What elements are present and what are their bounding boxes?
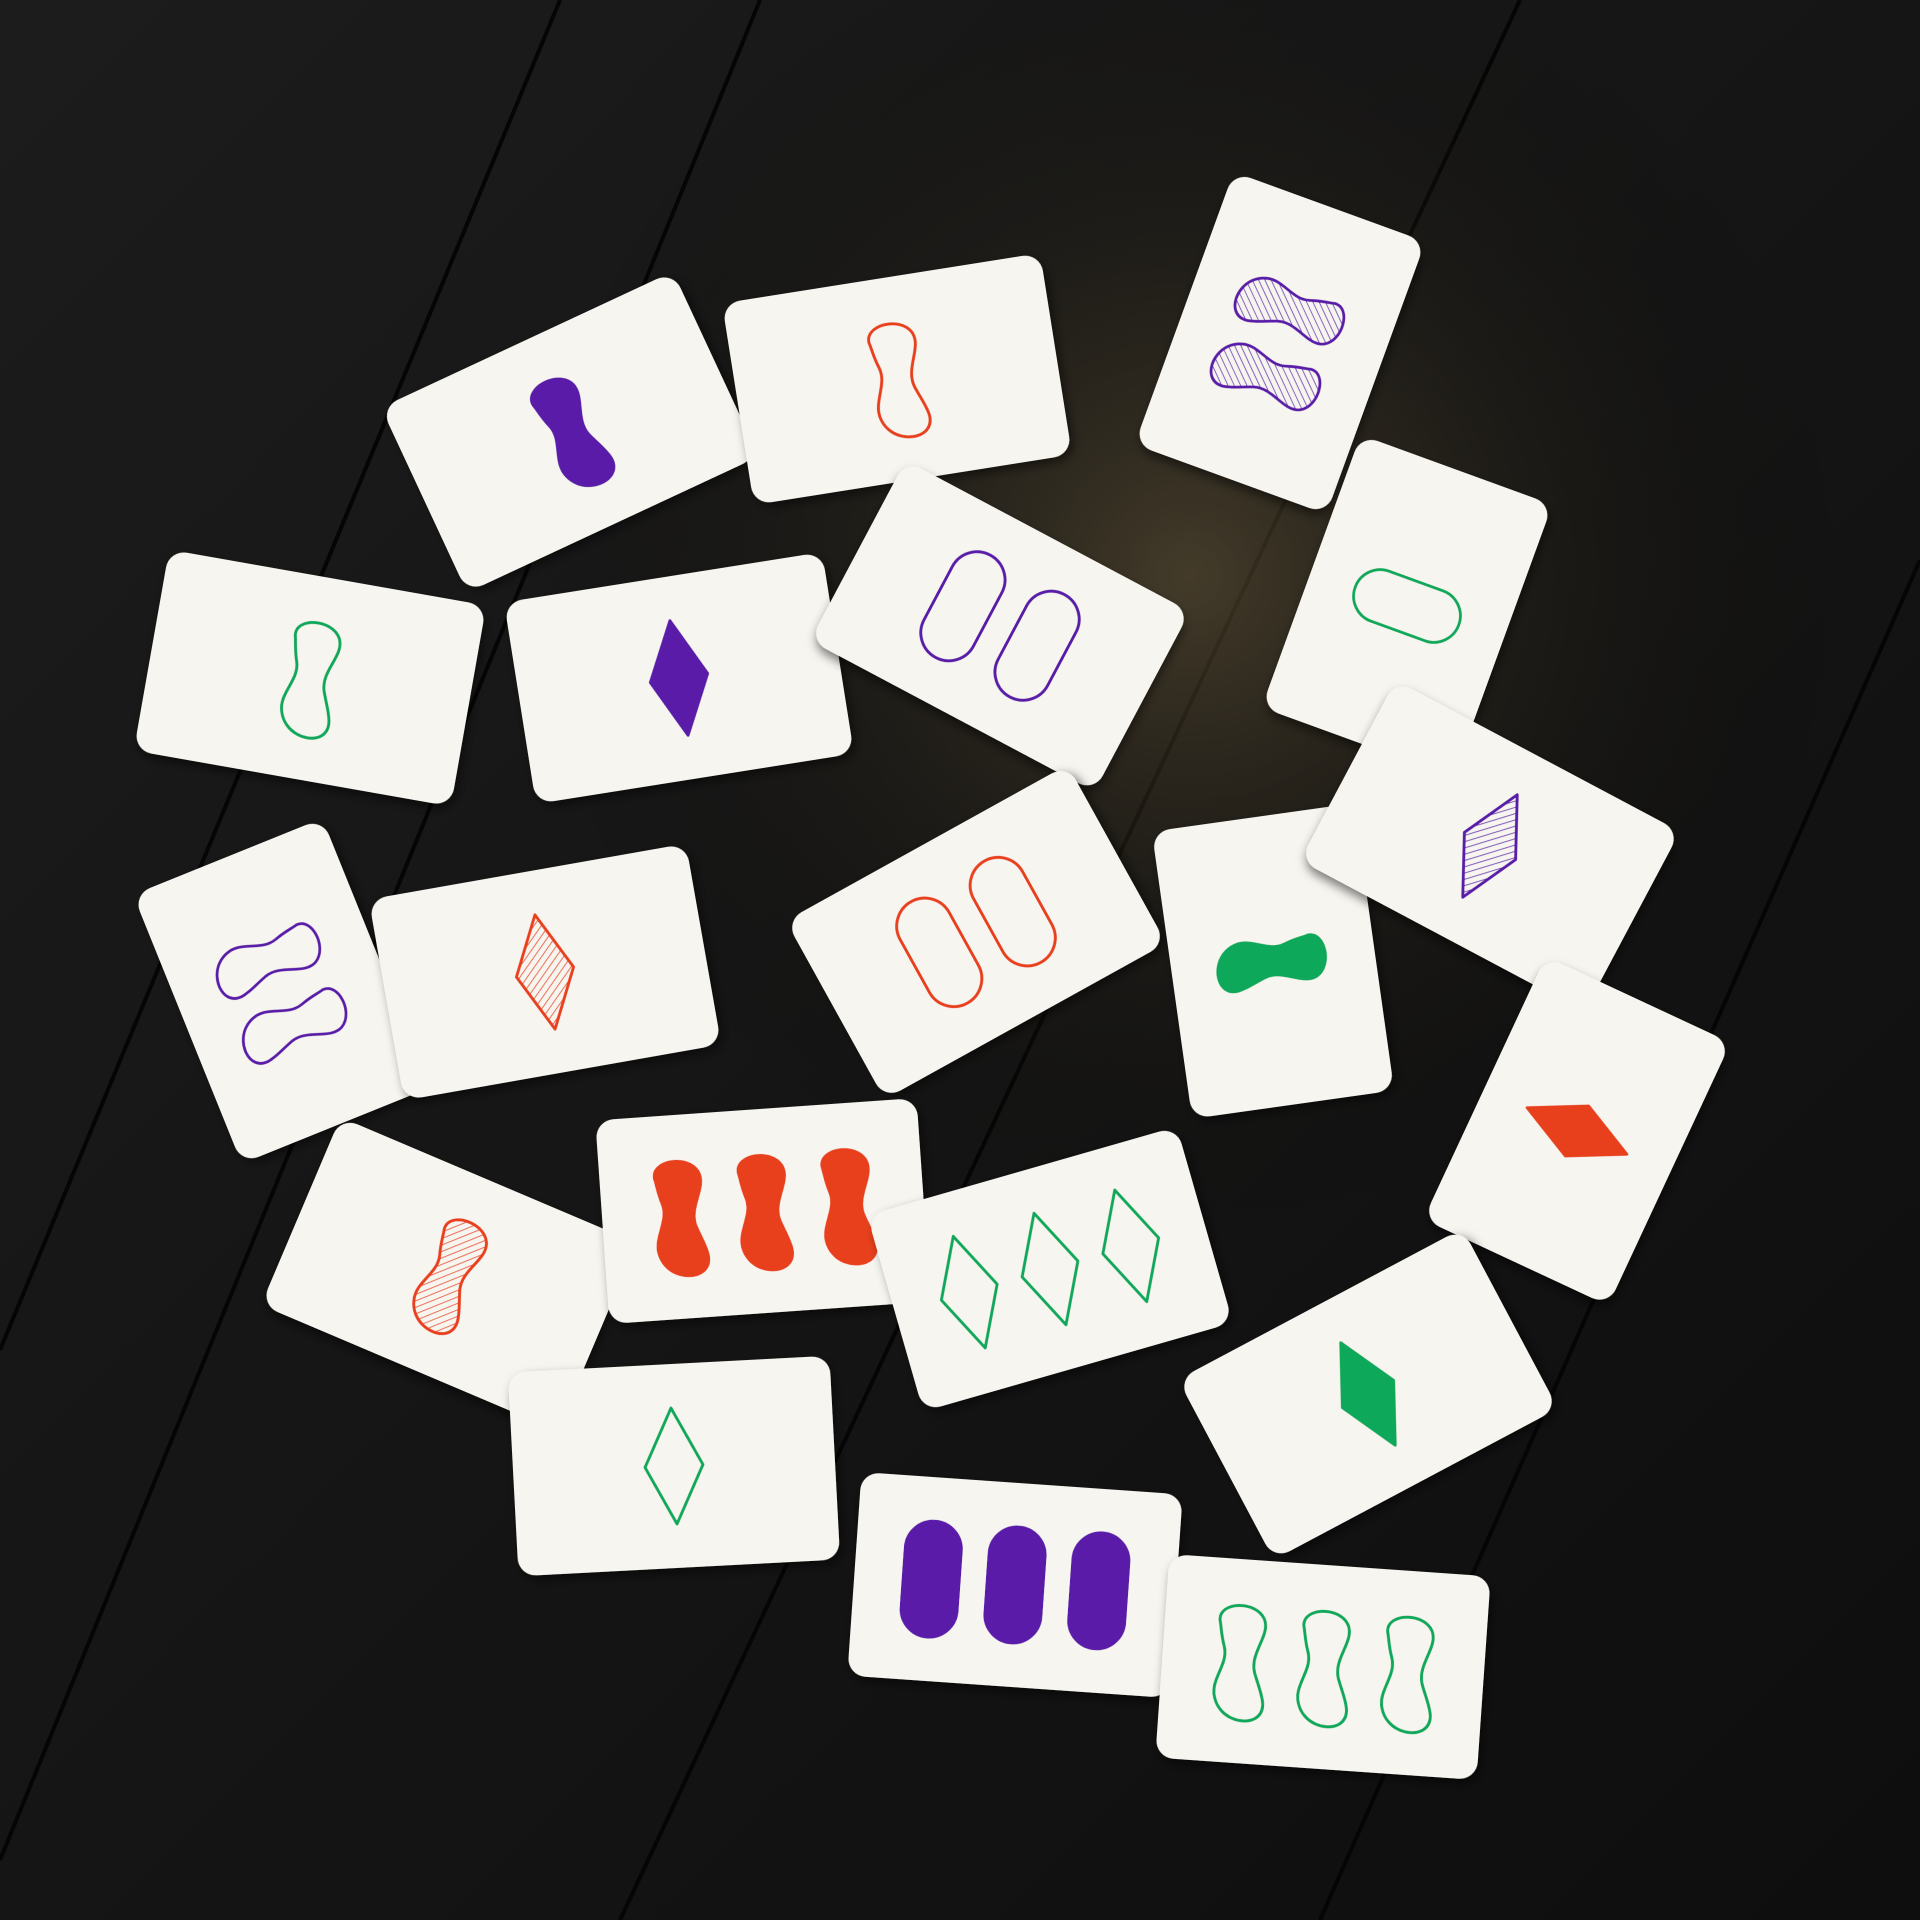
oval-symbol [983,1525,1047,1645]
oval-symbol [899,1519,963,1639]
set-card[interactable] [1155,1554,1490,1780]
card-face [1156,1555,1490,1779]
oval-symbol [1067,1531,1131,1651]
set-card[interactable] [847,1472,1182,1698]
set-card[interactable] [508,1356,840,1577]
game-table [0,0,1920,1920]
set-card[interactable] [595,1098,930,1324]
card-face [508,1356,840,1576]
